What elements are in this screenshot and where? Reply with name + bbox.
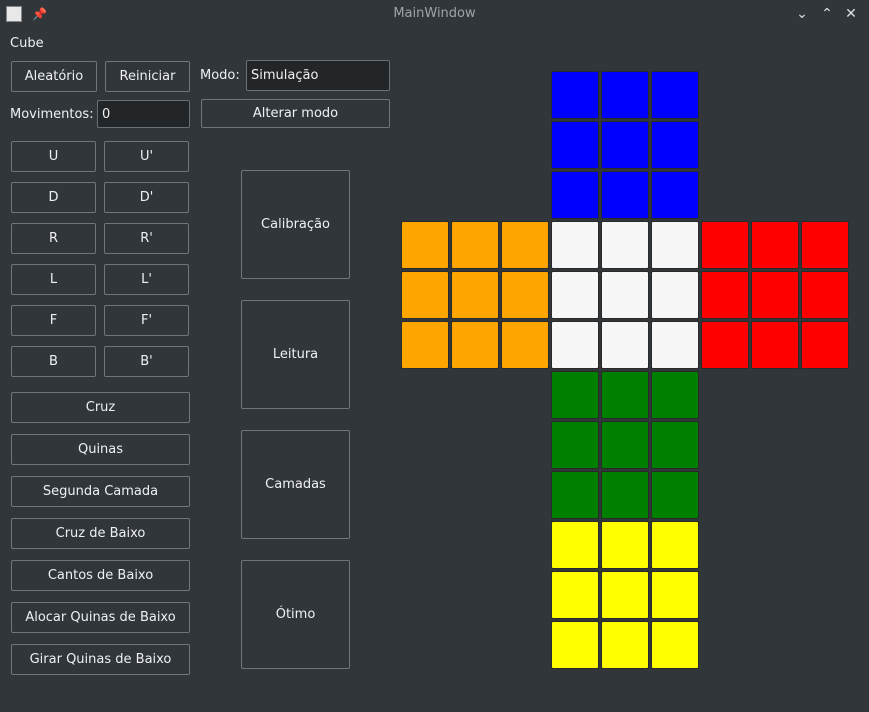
menu-cube[interactable]: Cube [10,36,44,51]
sticker-right-1-1 [751,271,799,319]
sticker-back-0-1 [601,521,649,569]
maximize-icon[interactable]: ⌃ [818,5,836,23]
sticker-top-0-2 [651,71,699,119]
sticker-front-0-1 [601,221,649,269]
move-r-button[interactable]: R [11,223,96,254]
panel-button-1[interactable]: Calibração [241,170,350,279]
step-button-2[interactable]: Quinas [11,434,190,465]
step-button-6[interactable]: Alocar Quinas de Baixo [11,602,190,633]
sticker-front-2-0 [551,321,599,369]
sticker-right-0-1 [751,221,799,269]
sticker-top-0-0 [551,71,599,119]
move-d-button[interactable]: D [11,182,96,213]
sticker-left-0-2 [501,221,549,269]
window-title: MainWindow [393,6,476,21]
sticker-right-0-2 [801,221,849,269]
move-f-button[interactable]: F [11,305,96,336]
move-d-prime-button[interactable]: D' [104,182,189,213]
step-button-5[interactable]: Cantos de Baixo [11,560,190,591]
panel-button-3[interactable]: Camadas [241,430,350,539]
sticker-right-2-1 [751,321,799,369]
sticker-left-2-2 [501,321,549,369]
sticker-bottom-1-2 [651,421,699,469]
sticker-front-1-2 [651,271,699,319]
sticker-front-0-0 [551,221,599,269]
sticker-back-2-0 [551,621,599,669]
moves-field[interactable]: 0 [97,100,190,128]
sticker-right-2-0 [701,321,749,369]
sticker-back-1-2 [651,571,699,619]
sticker-left-2-0 [401,321,449,369]
close-icon[interactable]: ✕ [842,5,860,23]
sticker-bottom-2-2 [651,471,699,519]
sticker-left-1-2 [501,271,549,319]
sticker-top-0-1 [601,71,649,119]
sticker-left-0-0 [401,221,449,269]
move-r-prime-button[interactable]: R' [104,223,189,254]
mode-field[interactable]: Simulação [246,60,390,91]
sticker-front-0-2 [651,221,699,269]
panel-button-2[interactable]: Leitura [241,300,350,409]
move-l-button[interactable]: L [11,264,96,295]
sticker-back-0-0 [551,521,599,569]
sticker-right-2-2 [801,321,849,369]
step-button-1[interactable]: Cruz [11,392,190,423]
sticker-top-1-1 [601,121,649,169]
sticker-bottom-0-1 [601,371,649,419]
move-u-prime-button[interactable]: U' [104,141,189,172]
sticker-front-1-1 [601,271,649,319]
sticker-top-2-1 [601,171,649,219]
sticker-right-1-0 [701,271,749,319]
sticker-left-0-1 [451,221,499,269]
move-f-prime-button[interactable]: F' [104,305,189,336]
sticker-right-0-0 [701,221,749,269]
random-button[interactable]: Aleatório [11,61,97,92]
sticker-back-1-1 [601,571,649,619]
sticker-right-1-2 [801,271,849,319]
minimize-icon[interactable]: ⌄ [793,5,811,23]
sticker-left-1-1 [451,271,499,319]
title-bar: 📌 MainWindow ⌄ ⌃ ✕ [0,0,869,30]
move-b-prime-button[interactable]: B' [104,346,189,377]
sticker-top-2-0 [551,171,599,219]
sticker-front-2-2 [651,321,699,369]
panel-button-4[interactable]: Ótimo [241,560,350,669]
sticker-bottom-1-0 [551,421,599,469]
sticker-back-2-1 [601,621,649,669]
sticker-back-0-2 [651,521,699,569]
mode-label: Modo: [200,68,240,83]
sticker-top-2-2 [651,171,699,219]
step-button-4[interactable]: Cruz de Baixo [11,518,190,549]
sticker-front-1-0 [551,271,599,319]
move-l-prime-button[interactable]: L' [104,264,189,295]
sticker-bottom-0-2 [651,371,699,419]
sticker-top-1-0 [551,121,599,169]
sticker-back-1-0 [551,571,599,619]
move-u-button[interactable]: U [11,141,96,172]
sticker-bottom-0-0 [551,371,599,419]
sticker-bottom-2-1 [601,471,649,519]
sticker-back-2-2 [651,621,699,669]
sticker-top-1-2 [651,121,699,169]
step-button-7[interactable]: Girar Quinas de Baixo [11,644,190,675]
sticker-bottom-1-1 [601,421,649,469]
change-mode-button[interactable]: Alterar modo [201,99,390,128]
moves-label: Movimentos: [10,107,94,122]
restart-button[interactable]: Reiniciar [105,61,190,92]
sticker-left-1-0 [401,271,449,319]
sticker-front-2-1 [601,321,649,369]
sticker-bottom-2-0 [551,471,599,519]
move-b-button[interactable]: B [11,346,96,377]
sticker-left-2-1 [451,321,499,369]
step-button-3[interactable]: Segunda Camada [11,476,190,507]
